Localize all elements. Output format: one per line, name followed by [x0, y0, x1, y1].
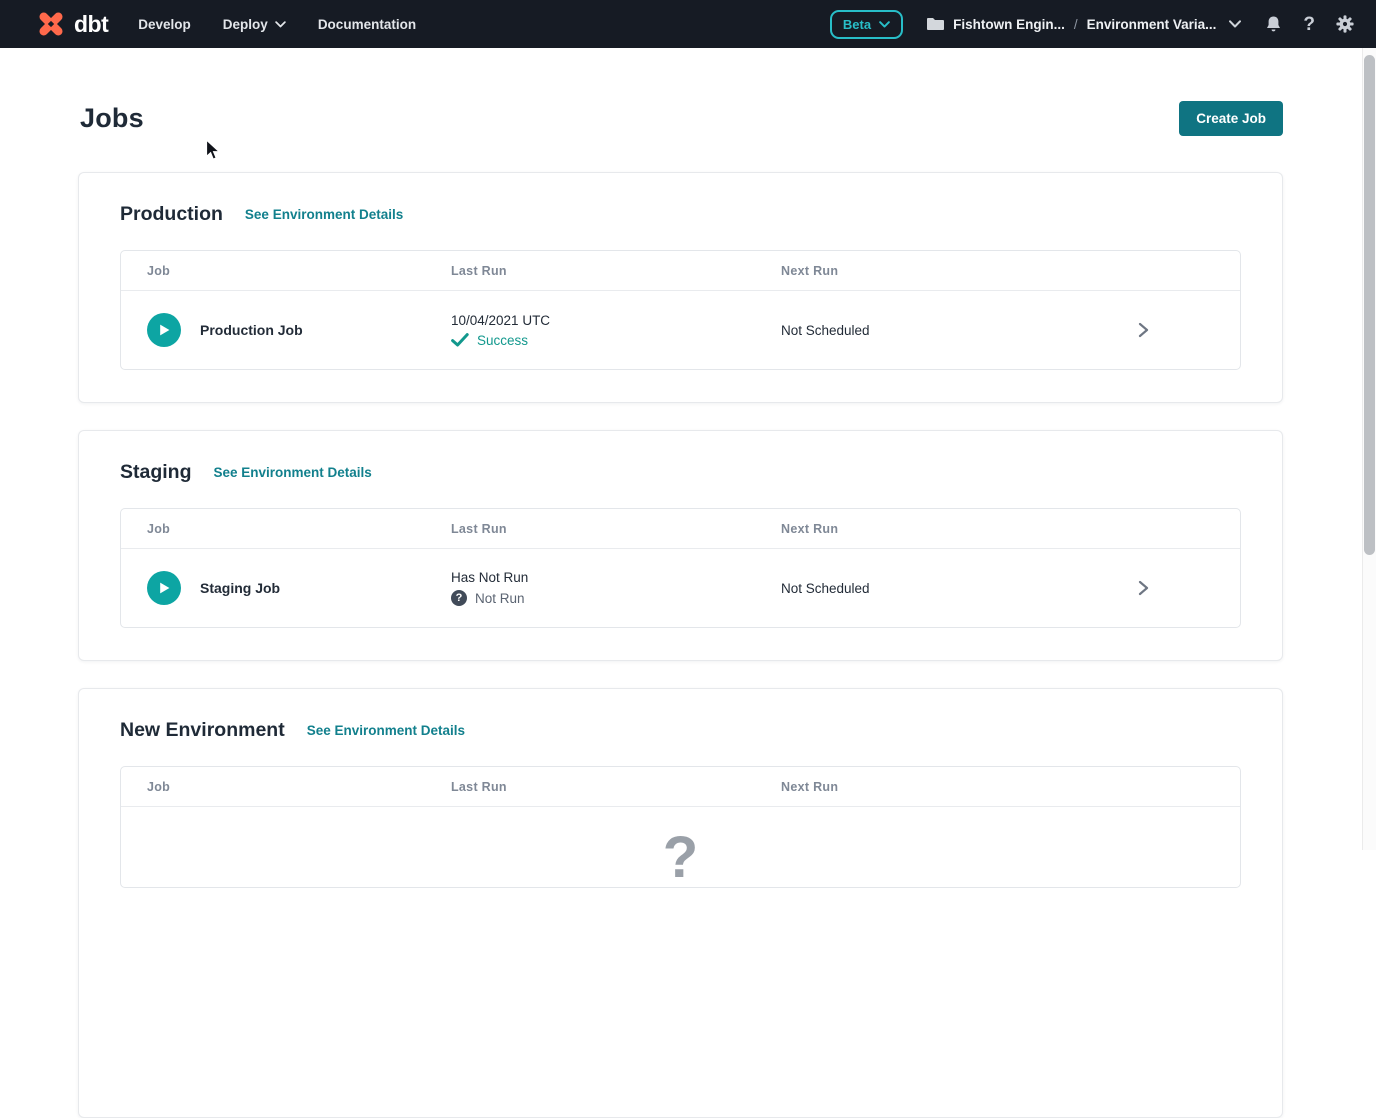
chevron-down-icon [275, 21, 286, 28]
scrollbar[interactable] [1362, 48, 1376, 850]
environment-name: Staging [120, 461, 192, 484]
column-header-job: Job [121, 264, 451, 278]
dbt-logo-icon [36, 9, 66, 39]
status-label: Not Run [475, 591, 525, 606]
help-button[interactable]: ? [1303, 15, 1315, 34]
last-run-date: 10/04/2021 UTC [451, 313, 781, 328]
next-run-value: Not Scheduled [781, 323, 1136, 338]
environment-header: New Environment See Environment Details [120, 719, 1241, 742]
job-row-staging-job[interactable]: Staging Job Has Not Run ? Not Run Not Sc… [121, 549, 1240, 627]
run-job-button[interactable] [147, 571, 181, 605]
breadcrumb-section[interactable]: Environment Varia... [1087, 17, 1217, 32]
nav-left: dbt Develop Deploy Documentation [36, 9, 416, 39]
job-table: Job Last Run Next Run ? [120, 766, 1241, 888]
job-name: Production Job [200, 322, 303, 338]
page-header: Jobs Create Job [78, 98, 1283, 138]
question-circle-icon: ? [451, 590, 467, 606]
chevron-right-icon[interactable] [1136, 579, 1150, 597]
dbt-logo[interactable]: dbt [36, 9, 108, 39]
environment-card-production: Production See Environment Details Job L… [78, 172, 1283, 403]
beta-label: Beta [843, 17, 871, 32]
last-run-date: Has Not Run [451, 570, 781, 585]
settings-button[interactable] [1336, 15, 1354, 33]
next-run-value: Not Scheduled [781, 581, 1136, 596]
chevron-down-icon [1229, 20, 1241, 28]
see-environment-details-link[interactable]: See Environment Details [307, 723, 465, 738]
folder-icon [927, 17, 944, 31]
job-row-production-job[interactable]: Production Job 10/04/2021 UTC Success No… [121, 291, 1240, 369]
see-environment-details-link[interactable]: See Environment Details [214, 465, 372, 480]
top-nav: dbt Develop Deploy Documentation Beta [0, 0, 1376, 48]
breadcrumb-separator: / [1074, 17, 1078, 32]
bell-icon [1265, 15, 1282, 34]
job-name: Staging Job [200, 580, 280, 596]
help-icon: ? [1303, 15, 1315, 34]
last-run-status: Success [451, 333, 781, 348]
breadcrumb[interactable]: Fishtown Engin... / Environment Varia... [927, 17, 1241, 32]
dbt-logo-text: dbt [74, 13, 108, 36]
scrollbar-thumb[interactable] [1364, 55, 1375, 555]
column-header-last-run: Last Run [451, 522, 781, 536]
column-header-next-run: Next Run [781, 780, 1240, 794]
main-content: Jobs Create Job Production See Environme… [0, 98, 1376, 1118]
play-icon [157, 323, 171, 337]
column-header-last-run: Last Run [451, 264, 781, 278]
create-job-button[interactable]: Create Job [1179, 101, 1283, 136]
job-table-header: Job Last Run Next Run [121, 509, 1240, 549]
nav-item-develop-label: Develop [138, 17, 191, 32]
breadcrumb-project[interactable]: Fishtown Engin... [953, 17, 1065, 32]
beta-dropdown[interactable]: Beta [830, 10, 903, 39]
environment-name: Production [120, 203, 223, 226]
last-run-status: ? Not Run [451, 590, 781, 606]
play-icon [157, 581, 171, 595]
nav-icon-group: ? [1265, 15, 1354, 34]
column-header-next-run: Next Run [781, 522, 1240, 536]
environment-header: Production See Environment Details [120, 203, 1241, 226]
primary-nav: Develop Deploy Documentation [138, 17, 416, 32]
notifications-button[interactable] [1265, 15, 1282, 34]
page-title: Jobs [78, 103, 144, 134]
column-header-last-run: Last Run [451, 780, 781, 794]
chevron-down-icon [879, 21, 890, 28]
job-table: Job Last Run Next Run Staging Job Has No… [120, 508, 1241, 628]
run-job-button[interactable] [147, 313, 181, 347]
nav-item-deploy-label: Deploy [223, 17, 268, 32]
column-header-job: Job [121, 522, 451, 536]
success-check-icon [451, 333, 469, 347]
environment-card-new-environment: New Environment See Environment Details … [78, 688, 1283, 1118]
job-table-header: Job Last Run Next Run [121, 251, 1240, 291]
gear-icon [1336, 15, 1354, 33]
job-table-header: Job Last Run Next Run [121, 767, 1240, 807]
nav-item-deploy[interactable]: Deploy [223, 17, 286, 32]
nav-item-documentation[interactable]: Documentation [318, 17, 416, 32]
nav-item-documentation-label: Documentation [318, 17, 416, 32]
nav-item-develop[interactable]: Develop [138, 17, 191, 32]
chevron-right-icon[interactable] [1136, 321, 1150, 339]
question-circle-icon: ? [663, 829, 698, 887]
job-table: Job Last Run Next Run Production Job 10/… [120, 250, 1241, 370]
environment-name: New Environment [120, 719, 285, 742]
environment-card-staging: Staging See Environment Details Job Last… [78, 430, 1283, 661]
status-label: Success [477, 333, 528, 348]
environment-header: Staging See Environment Details [120, 461, 1241, 484]
nav-right: Beta Fishtown Engin... / Environment Var… [830, 10, 1354, 39]
see-environment-details-link[interactable]: See Environment Details [245, 207, 403, 222]
column-header-job: Job [121, 780, 451, 794]
column-header-next-run: Next Run [781, 264, 1240, 278]
empty-state: ? [121, 807, 1240, 887]
